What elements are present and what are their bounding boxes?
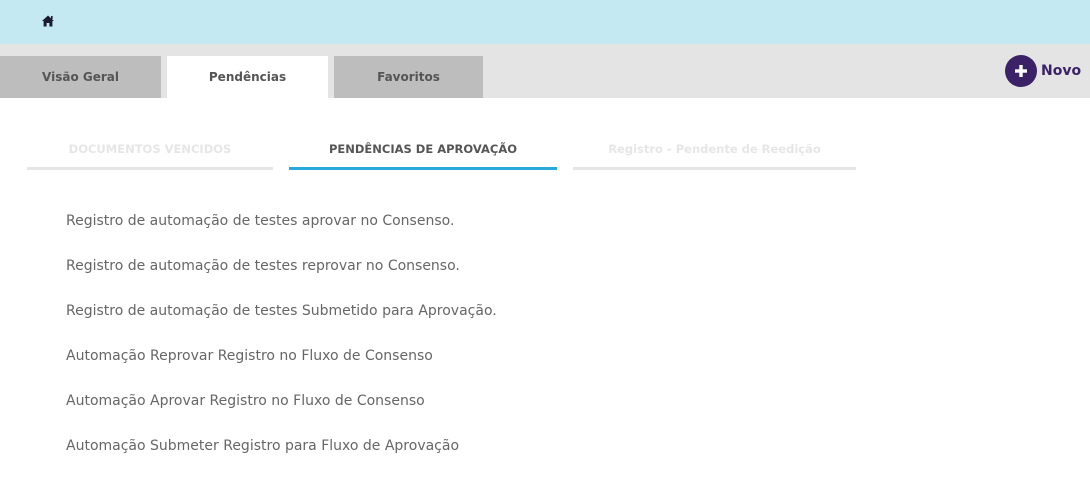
new-button-label: Novo	[1041, 63, 1082, 79]
list-item[interactable]: Registro de automação de testes aprovar …	[66, 209, 497, 254]
subtab-label: DOCUMENTOS VENCIDOS	[68, 141, 232, 156]
list-item[interactable]: Registro de automação de testes reprovar…	[66, 254, 497, 299]
new-button[interactable]: Novo	[1005, 55, 1081, 87]
tab-visao-geral[interactable]: Visão Geral	[0, 56, 161, 98]
main-tab-bar: Visão Geral Pendências Favoritos Novo	[0, 44, 1090, 98]
list-item[interactable]: Automação Submeter Registro para Fluxo d…	[66, 434, 497, 479]
subtab-label: PENDÊNCIAS DE APROVAÇÃO	[328, 141, 518, 156]
top-bar	[0, 0, 1090, 44]
tab-favoritos[interactable]: Favoritos	[334, 56, 483, 98]
list-item[interactable]: Automação Reprovar Registro no Fluxo de …	[66, 344, 497, 389]
home-icon[interactable]	[41, 13, 55, 27]
tab-label: Pendências	[208, 70, 287, 84]
list-item[interactable]: Automação Aprovar Registro no Fluxo de C…	[66, 389, 497, 434]
subtab-documentos-vencidos[interactable]: DOCUMENTOS VENCIDOS	[27, 130, 273, 170]
subtab-pendencias-aprovacao[interactable]: PENDÊNCIAS DE APROVAÇÃO	[289, 130, 557, 170]
tab-pendencias[interactable]: Pendências	[167, 56, 328, 98]
list-item[interactable]: Registro de automação de testes Submetid…	[66, 299, 497, 344]
plus-icon	[1005, 55, 1037, 87]
subtab-label: Registro - Pendente de Reedição	[608, 141, 821, 156]
subtab-registro-pendente-reedicao[interactable]: Registro - Pendente de Reedição	[573, 130, 856, 170]
pending-list: Registro de automação de testes aprovar …	[66, 209, 497, 479]
tab-label: Visão Geral	[42, 70, 119, 84]
tab-label: Favoritos	[377, 70, 440, 84]
